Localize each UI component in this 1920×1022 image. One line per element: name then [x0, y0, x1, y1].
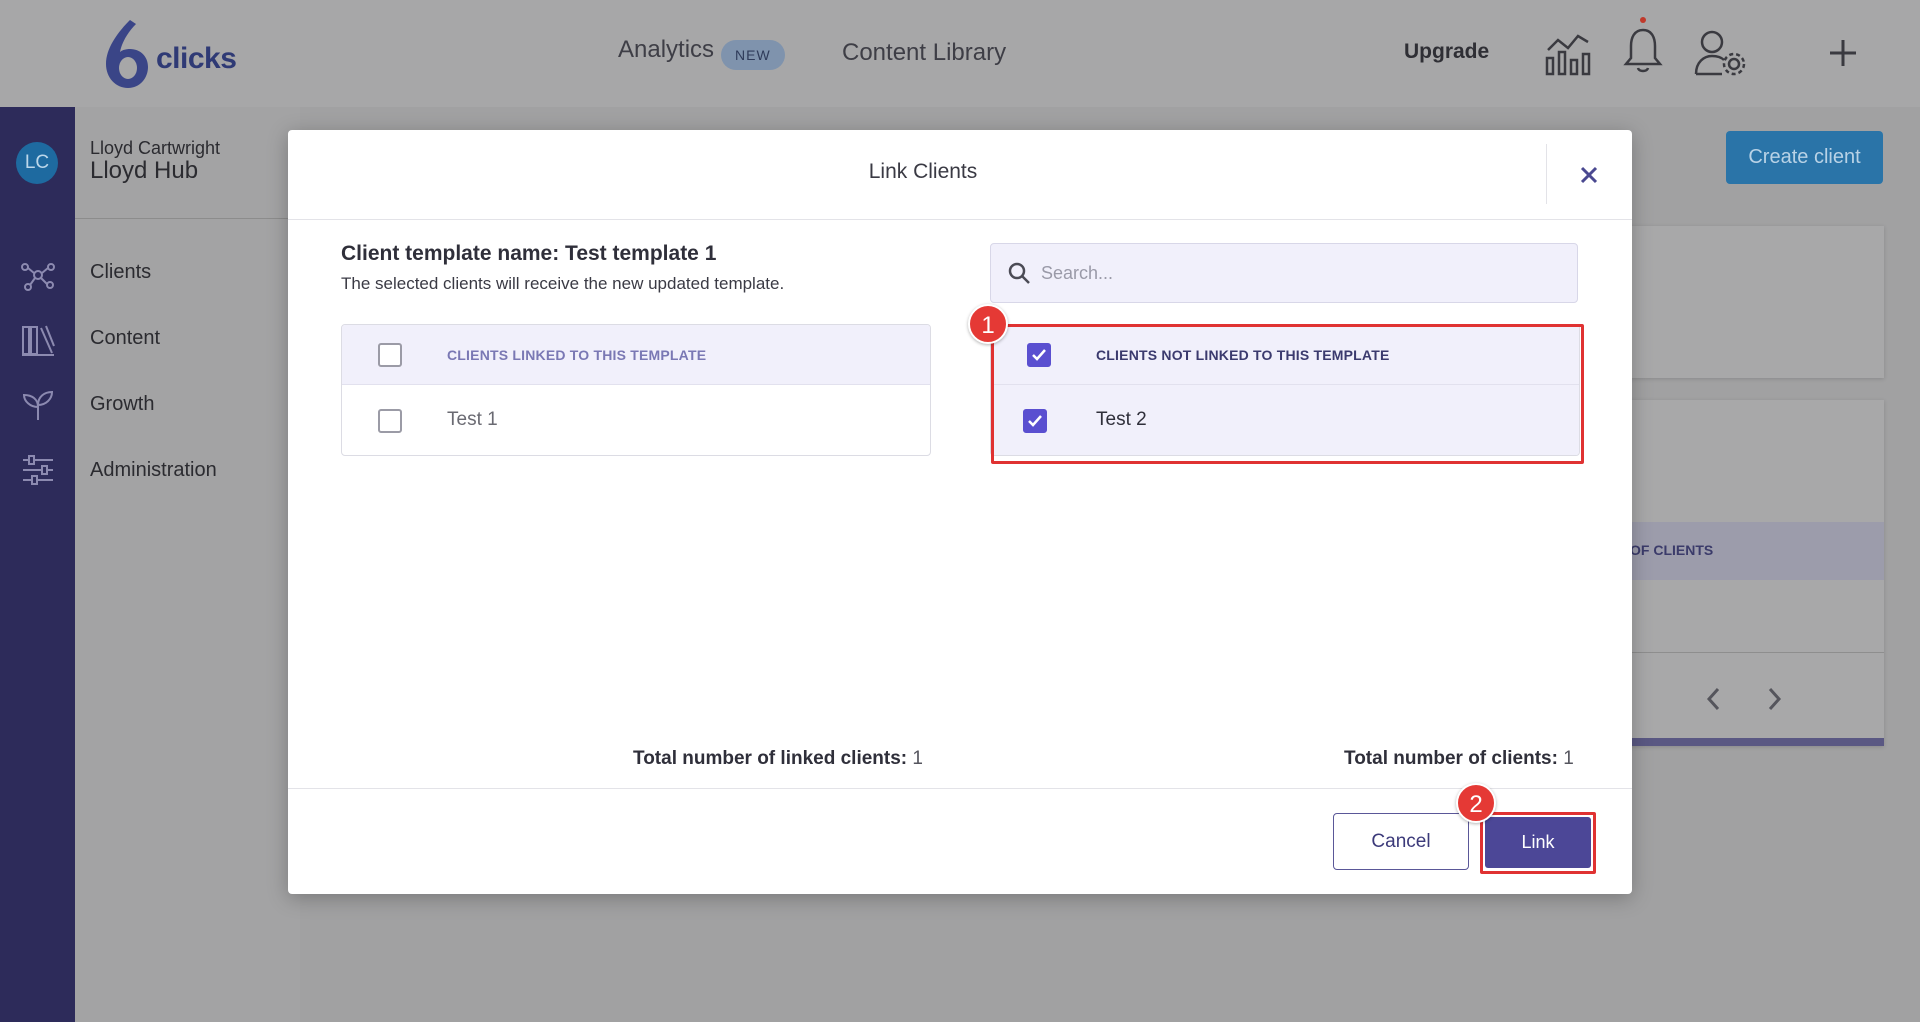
- sidebar-item-content[interactable]: Content: [90, 327, 160, 350]
- client-checkbox[interactable]: [378, 409, 402, 433]
- table-header: OF CLIENTS: [1620, 522, 1884, 580]
- modal-header: Link Clients: [288, 130, 1632, 220]
- cancel-button[interactable]: Cancel: [1333, 813, 1469, 870]
- hub-name[interactable]: Lloyd Hub: [90, 157, 198, 185]
- sidebar-item-administration[interactable]: Administration: [90, 459, 217, 482]
- create-client-button[interactable]: Create client: [1726, 131, 1883, 184]
- clients-total: Total number of clients: 1: [1344, 748, 1574, 770]
- user-name: Lloyd Cartwright: [90, 138, 221, 158]
- user-settings-icon[interactable]: [1694, 28, 1748, 78]
- analytics-chart-icon[interactable]: [1544, 28, 1592, 78]
- background-card: [1620, 226, 1884, 378]
- template-description: The selected clients will receive the ne…: [341, 274, 785, 293]
- logo-text: clicks: [156, 42, 237, 75]
- modal-title: Link Clients: [868, 160, 978, 183]
- icon-sidebar: [0, 107, 75, 1022]
- linked-clients-list: CLIENTS LINKED TO THIS TEMPLATE Test 1: [341, 324, 931, 456]
- annotation-highlight-1: [991, 324, 1584, 464]
- linked-list-header-label: CLIENTS LINKED TO THIS TEMPLATE: [447, 347, 707, 363]
- new-badge: NEW: [721, 40, 785, 70]
- background-table-card: OF CLIENTS: [1620, 400, 1884, 746]
- close-icon[interactable]: [1572, 158, 1606, 192]
- search-box: [990, 243, 1578, 303]
- template-name: Client template name: Test template 1: [341, 242, 717, 265]
- clients-total-value: 1: [1563, 748, 1574, 769]
- divider: [1620, 652, 1884, 653]
- notification-bell-icon[interactable]: [1622, 14, 1664, 76]
- clients-total-label: Total number of clients:: [1344, 748, 1558, 769]
- link-clients-modal: Link Clients Client template name: Test …: [288, 130, 1632, 894]
- top-navigation-bar: clicks Analytics NEW Content Library Upg…: [0, 0, 1920, 107]
- column-header-fragment: OF CLIENTS: [1630, 542, 1714, 558]
- sidebar-item-growth[interactable]: Growth: [90, 393, 154, 416]
- select-all-linked-checkbox[interactable]: [378, 343, 402, 367]
- logo-mark-icon: [106, 20, 148, 88]
- search-icon: [1008, 262, 1030, 284]
- chevron-left-icon[interactable]: [1704, 686, 1724, 712]
- divider: [1546, 144, 1547, 204]
- linked-total: Total number of linked clients: 1: [633, 748, 923, 770]
- upgrade-link[interactable]: Upgrade: [1404, 40, 1489, 64]
- search-input[interactable]: [1041, 258, 1561, 288]
- sliders-icon[interactable]: [20, 452, 56, 488]
- network-icon[interactable]: [20, 257, 56, 293]
- divider: [288, 788, 1632, 789]
- linked-total-value: 1: [912, 748, 923, 769]
- sprout-icon[interactable]: [20, 387, 56, 423]
- client-name: Test 1: [447, 409, 498, 430]
- linked-total-label: Total number of linked clients:: [633, 748, 908, 769]
- list-item[interactable]: Test 1: [342, 385, 930, 455]
- annotation-step-1: 1: [968, 304, 1008, 344]
- nav-analytics[interactable]: Analytics: [618, 36, 714, 64]
- avatar[interactable]: LC: [16, 142, 58, 184]
- annotation-step-2: 2: [1456, 783, 1496, 823]
- library-icon[interactable]: [20, 322, 56, 358]
- annotation-highlight-2: [1480, 812, 1596, 874]
- nav-content-library[interactable]: Content Library: [842, 39, 1006, 67]
- sub-navigation: [75, 107, 300, 1022]
- sidebar-item-clients[interactable]: Clients: [90, 261, 151, 284]
- 6clicks-logo[interactable]: clicks: [100, 18, 260, 90]
- chevron-right-icon[interactable]: [1764, 686, 1784, 712]
- linked-list-header: CLIENTS LINKED TO THIS TEMPLATE: [342, 325, 930, 385]
- add-plus-icon[interactable]: [1828, 38, 1858, 68]
